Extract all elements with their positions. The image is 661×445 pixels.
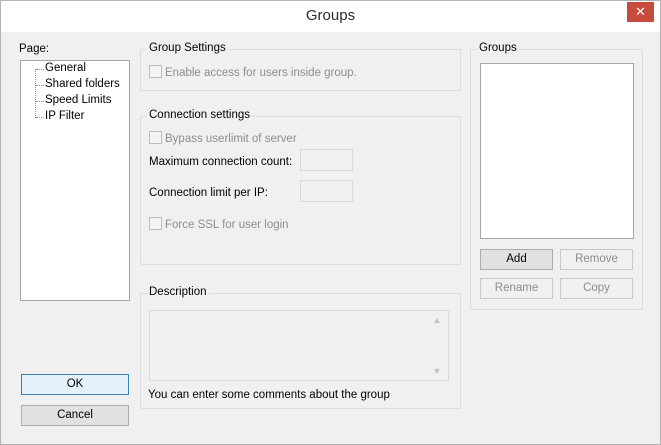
description-hint: You can enter some comments about the gr… xyxy=(148,389,390,401)
description-box: Description ▲ ▼ You can enter some comme… xyxy=(140,286,461,409)
scroll-down-icon[interactable]: ▼ xyxy=(432,366,442,376)
bypass-userlimit-label: Bypass userlimit of server xyxy=(165,133,297,145)
tree-branch-line xyxy=(36,117,44,118)
bypass-userlimit-row[interactable]: Bypass userlimit of server xyxy=(149,131,297,145)
dialog-client-area: Page: General Shared folders Speed Limit… xyxy=(9,32,652,437)
remove-group-button[interactable]: Remove xyxy=(560,249,633,270)
max-connection-input[interactable] xyxy=(300,149,353,171)
scroll-up-icon[interactable]: ▲ xyxy=(432,315,442,325)
page-item-speed-limits[interactable]: Speed Limits xyxy=(45,94,111,106)
force-ssl-label: Force SSL for user login xyxy=(165,219,289,231)
max-connection-label: Maximum connection count: xyxy=(149,156,293,168)
copy-group-button[interactable]: Copy xyxy=(560,278,633,299)
tree-branch-line xyxy=(36,69,44,70)
page-tree[interactable]: General Shared folders Speed Limits IP F… xyxy=(20,60,130,301)
groups-dialog: Groups ✕ Page: General Shared folders Sp… xyxy=(0,0,661,445)
page-label: Page: xyxy=(19,43,50,55)
page-item-ip-filter[interactable]: IP Filter xyxy=(45,110,84,122)
page-item-general[interactable]: General xyxy=(45,62,86,74)
bypass-userlimit-checkbox[interactable] xyxy=(149,131,162,144)
groups-legend: Groups xyxy=(477,42,519,54)
close-button[interactable]: ✕ xyxy=(627,2,654,22)
page-item-shared-folders[interactable]: Shared folders xyxy=(45,78,120,90)
groups-listbox[interactable] xyxy=(480,63,634,239)
group-settings-box: Group Settings Enable access for users i… xyxy=(140,42,461,91)
tree-branch-line xyxy=(36,85,44,86)
rename-group-button[interactable]: Rename xyxy=(480,278,553,299)
force-ssl-row[interactable]: Force SSL for user login xyxy=(149,217,289,231)
tree-connector-line xyxy=(35,69,36,118)
connection-settings-box: Connection settings Bypass userlimit of … xyxy=(140,109,461,265)
ok-button[interactable]: OK xyxy=(21,374,129,395)
connection-limit-input[interactable] xyxy=(300,180,353,202)
force-ssl-checkbox[interactable] xyxy=(149,217,162,230)
window-title: Groups xyxy=(305,7,356,24)
enable-access-label: Enable access for users inside group. xyxy=(165,67,357,79)
groups-box: Groups Add Remove Rename Copy xyxy=(470,42,643,310)
connection-limit-label: Connection limit per IP: xyxy=(149,187,268,199)
enable-access-checkbox[interactable] xyxy=(149,65,162,78)
connection-settings-legend: Connection settings xyxy=(147,109,253,121)
group-settings-legend: Group Settings xyxy=(147,42,228,54)
cancel-button[interactable]: Cancel xyxy=(21,405,129,426)
enable-access-row[interactable]: Enable access for users inside group. xyxy=(149,65,357,79)
add-group-button[interactable]: Add xyxy=(480,249,553,270)
tree-branch-line xyxy=(36,101,44,102)
description-legend: Description xyxy=(147,286,209,298)
close-icon: ✕ xyxy=(635,4,646,19)
description-textarea[interactable] xyxy=(149,310,449,381)
title-bar: Groups ✕ xyxy=(1,1,660,32)
